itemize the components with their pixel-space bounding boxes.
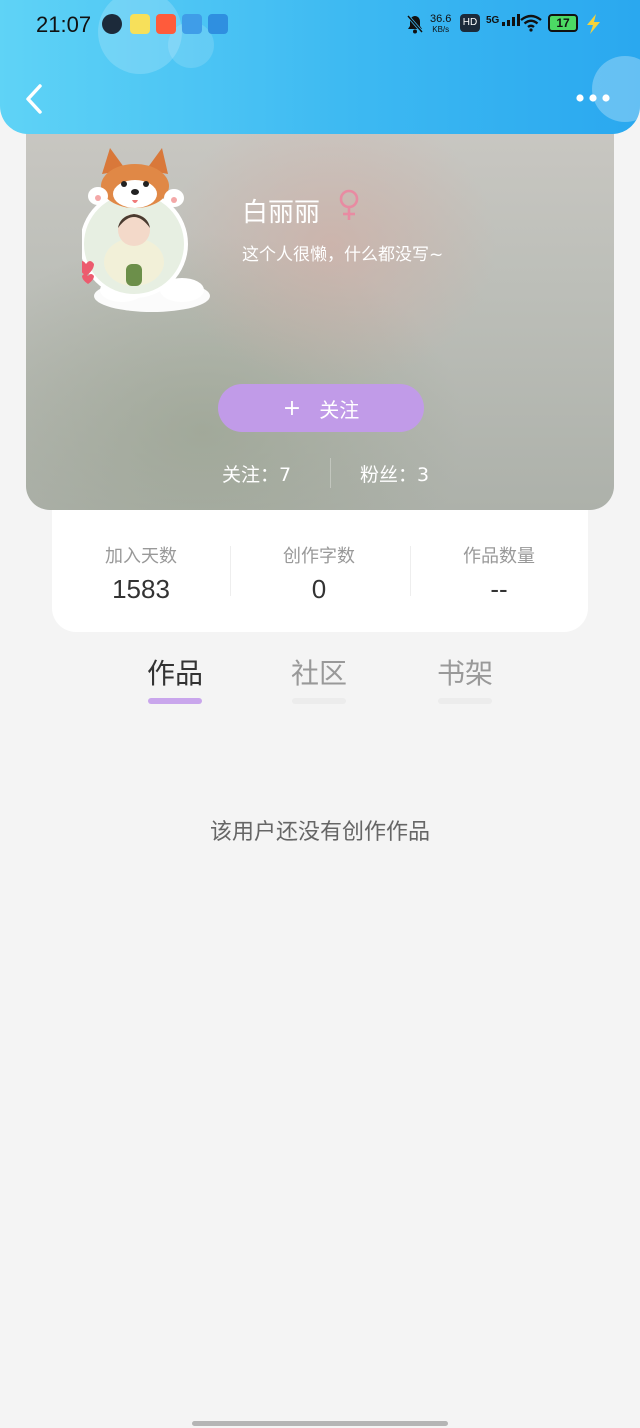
stat-works-count: 作品数量 -- bbox=[410, 542, 588, 605]
status-bar: 21:07 36.6 KB/s HD 5G 17 bbox=[0, 0, 640, 52]
stat-label: 创作字数 bbox=[283, 546, 355, 567]
hd-badge: HD bbox=[460, 14, 480, 32]
bio: 这个人很懒，什么都没写~ bbox=[242, 245, 444, 265]
net-speed-value: 36.6 bbox=[430, 13, 452, 25]
avatar[interactable] bbox=[82, 144, 222, 324]
nickname: 白丽丽 bbox=[242, 198, 321, 228]
stat-value: 1583 bbox=[112, 574, 170, 604]
more-dots-icon[interactable] bbox=[574, 86, 614, 110]
back-chevron-icon[interactable] bbox=[20, 80, 50, 118]
wifi-icon bbox=[520, 14, 542, 32]
follow-button[interactable]: + 关注 bbox=[218, 384, 424, 432]
tab-community[interactable]: 社区 bbox=[274, 652, 364, 692]
battery-indicator: 17 bbox=[548, 14, 578, 32]
follow-button-label: 关注 bbox=[319, 397, 360, 422]
send-app-icon bbox=[208, 14, 228, 34]
stat-label: 作品数量 bbox=[463, 546, 535, 567]
tab-indicator bbox=[438, 698, 492, 704]
tab-indicator-active bbox=[148, 698, 202, 704]
profile-card: 白丽丽 这个人很懒，什么都没写~ + 关注 关注：7 粉丝：3 bbox=[26, 120, 614, 510]
net-speed: 36.6 KB/s bbox=[430, 14, 451, 35]
stat-label: 加入天数 bbox=[105, 546, 177, 567]
stat-word-count: 创作字数 0 bbox=[230, 542, 408, 605]
follow-counts: 关注：7 粉丝：3 bbox=[26, 458, 614, 488]
status-time: 21:07 bbox=[36, 12, 92, 37]
stat-value: 0 bbox=[311, 574, 327, 604]
network-type-label: 5G bbox=[486, 15, 500, 26]
home-indicator[interactable] bbox=[192, 1421, 448, 1426]
fans-count[interactable]: 粉丝：3 bbox=[360, 460, 429, 487]
divider bbox=[330, 458, 331, 488]
female-icon bbox=[339, 189, 359, 220]
mute-bell-icon bbox=[406, 15, 424, 34]
shopping-app-icon bbox=[156, 14, 176, 34]
stat-join-days: 加入天数 1583 bbox=[52, 542, 230, 605]
signal-5g-icon: 5G bbox=[486, 14, 524, 26]
stats-panel: 加入天数 1583 创作字数 0 作品数量 -- bbox=[52, 510, 588, 632]
tab-bookshelf[interactable]: 书架 bbox=[420, 652, 510, 692]
stat-value: -- bbox=[490, 574, 508, 604]
app-notification-icon bbox=[130, 14, 150, 34]
tab-works[interactable]: 作品 bbox=[130, 652, 220, 692]
app-notification-icon bbox=[182, 14, 202, 34]
net-speed-unit: KB/s bbox=[432, 25, 450, 34]
empty-state-message: 该用户还没有创作作品 bbox=[209, 820, 430, 845]
following-count[interactable]: 关注：7 bbox=[222, 460, 291, 487]
top-header: 21:07 36.6 KB/s HD 5G 17 bbox=[0, 0, 640, 134]
charging-bolt-icon bbox=[587, 14, 600, 34]
tab-indicator bbox=[292, 698, 346, 704]
plus-icon: + bbox=[282, 395, 302, 421]
browser-app-icon bbox=[102, 14, 122, 34]
